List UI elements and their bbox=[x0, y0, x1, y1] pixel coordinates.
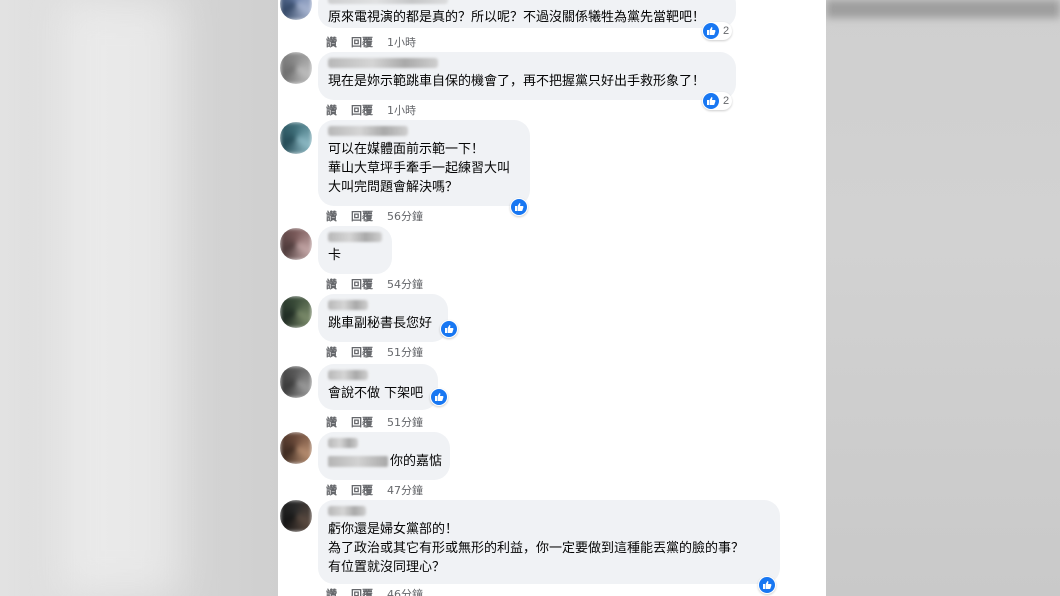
avatar[interactable] bbox=[280, 366, 312, 398]
comment-text: 卡 bbox=[328, 248, 342, 263]
reply-link[interactable]: 回覆 bbox=[351, 276, 373, 292]
like-link[interactable]: 讚 bbox=[326, 208, 337, 224]
like-link[interactable]: 讚 bbox=[326, 102, 337, 118]
comment-text-tail: 你的嘉惦 bbox=[390, 454, 443, 469]
reaction-badge[interactable] bbox=[510, 198, 528, 216]
reaction-badge[interactable]: 2 bbox=[702, 22, 733, 40]
reply-link[interactable]: 回覆 bbox=[351, 34, 373, 50]
comment-text: 華山大草坪手牽手一起練習大叫 bbox=[328, 161, 511, 176]
like-link[interactable]: 讚 bbox=[326, 276, 337, 292]
comment-timestamp[interactable]: 46分鐘 bbox=[387, 586, 423, 596]
avatar[interactable] bbox=[280, 122, 312, 154]
blurred-background-right bbox=[826, 0, 1060, 596]
reaction-badge[interactable]: 2 bbox=[702, 92, 733, 110]
reply-link[interactable]: 回覆 bbox=[351, 102, 373, 118]
like-link[interactable]: 讚 bbox=[326, 344, 337, 360]
commenter-name-redacted bbox=[328, 232, 382, 242]
like-link[interactable]: 讚 bbox=[326, 34, 337, 50]
like-link[interactable]: 讚 bbox=[326, 482, 337, 498]
comment-timestamp[interactable]: 54分鐘 bbox=[387, 276, 423, 292]
thumbs-up-icon bbox=[703, 93, 719, 109]
comment-bubble: 現在是妳示範跳車自保的機會了，再不把握黨只好出手救形象了！ bbox=[318, 52, 736, 100]
comment-text: 可以在媒體面前示範一下！ bbox=[328, 142, 485, 157]
like-link[interactable]: 讚 bbox=[326, 586, 337, 596]
commenter-name-redacted bbox=[328, 300, 368, 310]
reaction-badge[interactable] bbox=[758, 576, 776, 594]
comment-text: 原來電視演的都是真的？所以呢？不過沒關係犧牲為黨先當靶吧！ bbox=[328, 10, 706, 25]
comment-text: 虧你還是婦女黨部的！ bbox=[328, 522, 459, 537]
avatar[interactable] bbox=[280, 432, 312, 464]
avatar[interactable] bbox=[280, 296, 312, 328]
comment-timestamp[interactable]: 47分鐘 bbox=[387, 482, 423, 498]
reply-link[interactable]: 回覆 bbox=[351, 344, 373, 360]
comment-actions: 讚 回覆 1小時 bbox=[326, 34, 430, 50]
comment-text: 為了政治或其它有形或無形的利益，你一定要做到這種能丟黨的臉的事？ bbox=[328, 541, 745, 556]
thumbs-up-icon bbox=[441, 321, 457, 337]
thumbs-up-icon bbox=[511, 199, 527, 215]
comment-actions: 讚 回覆 56分鐘 bbox=[326, 208, 437, 224]
comment-text: 跳車副秘書長您好 bbox=[328, 316, 433, 331]
commenter-name-redacted bbox=[328, 58, 438, 68]
commenter-name-redacted bbox=[328, 438, 358, 448]
reaction-count: 2 bbox=[723, 25, 730, 37]
comment-bubble: 卡 bbox=[318, 226, 392, 274]
comment-bubble: 你的嘉惦 bbox=[318, 432, 450, 480]
comment-bubble: 會說不做 下架吧 bbox=[318, 364, 438, 410]
reaction-count: 2 bbox=[723, 95, 730, 107]
comment-text: 會說不做 下架吧 bbox=[328, 386, 424, 401]
commenter-name-redacted bbox=[328, 126, 408, 136]
reply-link[interactable]: 回覆 bbox=[351, 414, 373, 430]
reaction-badge[interactable] bbox=[430, 388, 448, 406]
like-link[interactable]: 讚 bbox=[326, 414, 337, 430]
avatar[interactable] bbox=[280, 228, 312, 260]
comment-bubble: 原來電視演的都是真的？所以呢？不過沒關係犧牲為黨先當靶吧！ bbox=[318, 0, 736, 28]
comment-bubble: 虧你還是婦女黨部的！ 為了政治或其它有形或無形的利益，你一定要做到這種能丟黨的臉… bbox=[318, 500, 780, 584]
avatar[interactable] bbox=[280, 500, 312, 532]
reply-link[interactable]: 回覆 bbox=[351, 208, 373, 224]
avatar[interactable] bbox=[280, 52, 312, 84]
reply-link[interactable]: 回覆 bbox=[351, 586, 373, 596]
comment-actions: 讚 回覆 1小時 bbox=[326, 102, 430, 118]
commenter-name-redacted bbox=[328, 0, 448, 4]
comment-text: 現在是妳示範跳車自保的機會了，再不把握黨只好出手救形象了！ bbox=[328, 74, 706, 89]
reply-link[interactable]: 回覆 bbox=[351, 482, 373, 498]
thumbs-up-icon bbox=[703, 23, 719, 39]
comment-timestamp[interactable]: 1小時 bbox=[387, 102, 416, 118]
comment-actions: 讚 回覆 47分鐘 bbox=[326, 482, 437, 498]
comment-timestamp[interactable]: 56分鐘 bbox=[387, 208, 423, 224]
comment-actions: 讚 回覆 51分鐘 bbox=[326, 344, 437, 360]
comment-actions: 讚 回覆 54分鐘 bbox=[326, 276, 437, 292]
avatar[interactable] bbox=[280, 0, 312, 20]
commenter-name-redacted bbox=[328, 370, 368, 380]
comment-timestamp[interactable]: 1小時 bbox=[387, 34, 416, 50]
comment-text: 有位置就沒同理心？ bbox=[328, 560, 446, 575]
blurred-background-left bbox=[0, 0, 278, 596]
commenter-name-redacted bbox=[328, 506, 366, 516]
comment-text: 你的嘉惦 bbox=[328, 452, 443, 471]
comment-bubble: 跳車副秘書長您好 bbox=[318, 294, 448, 342]
comment-actions: 讚 回覆 51分鐘 bbox=[326, 414, 437, 430]
comment-feed: 原來電視演的都是真的？所以呢？不過沒關係犧牲為黨先當靶吧！ 2 讚 回覆 1小時… bbox=[278, 0, 826, 596]
comment-actions: 讚 回覆 46分鐘 bbox=[326, 586, 437, 596]
comment-text: 大叫完問題會解決嗎？ bbox=[328, 180, 459, 195]
reaction-badge[interactable] bbox=[440, 320, 458, 338]
mention-redacted bbox=[328, 456, 388, 467]
comment-bubble: 可以在媒體面前示範一下！ 華山大草坪手牽手一起練習大叫 大叫完問題會解決嗎？ bbox=[318, 120, 530, 206]
comment-timestamp[interactable]: 51分鐘 bbox=[387, 414, 423, 430]
thumbs-up-icon bbox=[431, 389, 447, 405]
comment-timestamp[interactable]: 51分鐘 bbox=[387, 344, 423, 360]
thumbs-up-icon bbox=[759, 577, 775, 593]
